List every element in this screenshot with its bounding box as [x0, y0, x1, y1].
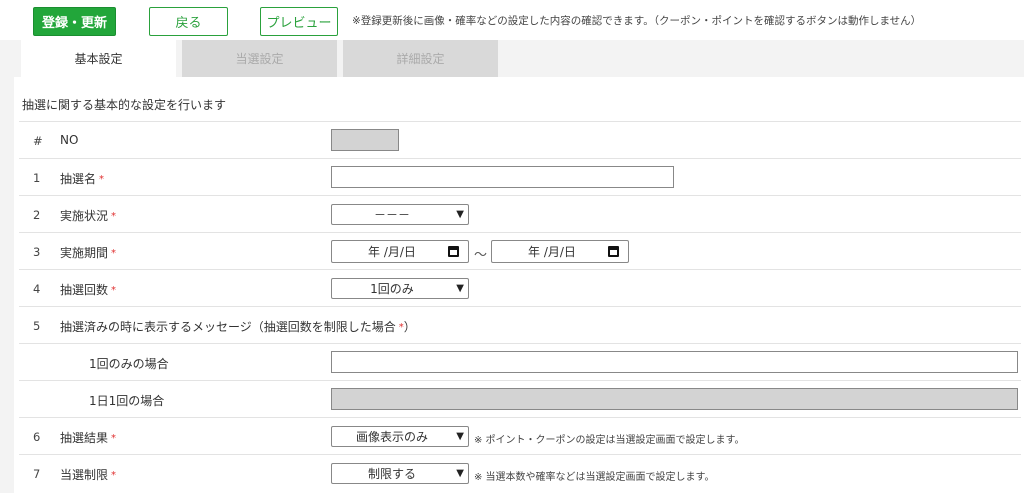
message-daily-input [331, 388, 1018, 410]
draw-count-select[interactable]: 1回のみ ▼ [331, 278, 469, 299]
row-label: NO [60, 133, 79, 147]
row-number: 4 [33, 282, 41, 296]
preview-button[interactable]: プレビュー [260, 7, 338, 36]
row-label: 抽選名 * [60, 172, 105, 186]
row-limit: 7 当選制限 * 制限する ▼ ※ 当選本数や確率などは当選設定画面で設定します。 [19, 454, 1021, 493]
row-result: 6 抽選結果 * 画像表示のみ ▼ ※ ポイント・クーポンの設定は当選設定画面で設… [19, 417, 1021, 454]
row-number: # [33, 134, 43, 148]
required-mark: * [111, 211, 117, 222]
row-name: 1 抽選名 * [19, 158, 1021, 195]
required-mark: * [111, 285, 117, 296]
toolbar: 登録・更新 戻る プレビュー ※登録更新後に画像・確率などの設定した内容の確認で… [0, 0, 1024, 40]
required-mark: * [99, 174, 105, 185]
row-number: 5 [33, 319, 41, 333]
row-message-once: 1回のみの場合 [19, 343, 1021, 380]
row-number: 2 [33, 208, 41, 222]
row-status: 2 実施状況 * －－－ ▼ [19, 195, 1021, 232]
chevron-down-icon: ▼ [456, 468, 464, 479]
message-once-input[interactable] [331, 351, 1018, 373]
required-mark: * [111, 470, 117, 481]
chevron-down-icon: ▼ [456, 209, 464, 220]
back-button[interactable]: 戻る [149, 7, 228, 36]
limit-select[interactable]: 制限する ▼ [331, 463, 469, 484]
limit-note: ※ 当選本数や確率などは当選設定画面で設定します。 [474, 472, 715, 483]
limit-select-value: 制限する [367, 467, 416, 481]
calendar-icon[interactable] [448, 246, 459, 257]
period-end-date-input[interactable]: 年 /月/日 [491, 240, 629, 263]
date-placeholder: 年 /月/日 [528, 245, 576, 259]
row-number: 7 [33, 467, 41, 481]
tab-detail-settings[interactable]: 詳細設定 [343, 40, 498, 77]
status-select-value: －－－ [373, 208, 410, 222]
row-label: 実施期間 * [60, 246, 117, 260]
row-message: 5 抽選済みの時に表示するメッセージ（抽選回数を制限した場合 *） [19, 306, 1021, 343]
chevron-down-icon: ▼ [456, 431, 464, 442]
tab-winning-settings[interactable]: 当選設定 [182, 40, 337, 77]
period-start-date-input[interactable]: 年 /月/日 [331, 240, 469, 263]
row-label: 実施状況 * [60, 209, 117, 223]
row-number: 6 [33, 430, 41, 444]
row-count: 4 抽選回数 * 1回のみ ▼ [19, 269, 1021, 306]
row-number: 3 [33, 245, 41, 259]
row-label: 1回のみの場合 [89, 357, 169, 371]
row-label: 1日1回の場合 [89, 394, 165, 408]
result-select[interactable]: 画像表示のみ ▼ [331, 426, 469, 447]
row-period: 3 実施期間 * 年 /月/日 ～ 年 /月/日 [19, 232, 1021, 269]
required-mark: * [111, 433, 117, 444]
tab-bar: 基本設定 当選設定 詳細設定 [21, 40, 504, 77]
toolbar-note: ※登録更新後に画像・確率などの設定した内容の確認できます。（クーポン・ポイントを… [352, 15, 922, 27]
settings-panel: 抽選に関する基本的な設定を行います # NO 1 抽選名 * 2 実施状況 * －－… [14, 77, 1024, 493]
tab-basic-settings[interactable]: 基本設定 [21, 40, 176, 77]
no-field [331, 129, 399, 151]
draw-count-value: 1回のみ [370, 282, 414, 296]
row-number: 1 [33, 171, 41, 185]
date-placeholder: 年 /月/日 [368, 245, 416, 259]
calendar-icon[interactable] [608, 246, 619, 257]
lottery-name-input[interactable] [331, 166, 674, 188]
required-mark: * [111, 248, 117, 259]
chevron-down-icon: ▼ [456, 283, 464, 294]
result-select-value: 画像表示のみ [355, 430, 428, 444]
row-label: 抽選済みの時に表示するメッセージ（抽選回数を制限した場合 *） [60, 320, 416, 334]
row-label: 当選制限 * [60, 468, 117, 482]
status-select[interactable]: －－－ ▼ [331, 204, 469, 225]
period-separator: ～ [474, 248, 488, 263]
row-no: # NO [19, 121, 1021, 158]
row-label: 抽選回数 * [60, 283, 117, 297]
row-message-daily: 1日1回の場合 [19, 380, 1021, 417]
row-label: 抽選結果 * [60, 431, 117, 445]
intro-text: 抽選に関する基本的な設定を行います [22, 98, 227, 112]
save-button[interactable]: 登録・更新 [33, 7, 116, 36]
result-note: ※ ポイント・クーポンの設定は当選設定画面で設定します。 [474, 435, 745, 446]
